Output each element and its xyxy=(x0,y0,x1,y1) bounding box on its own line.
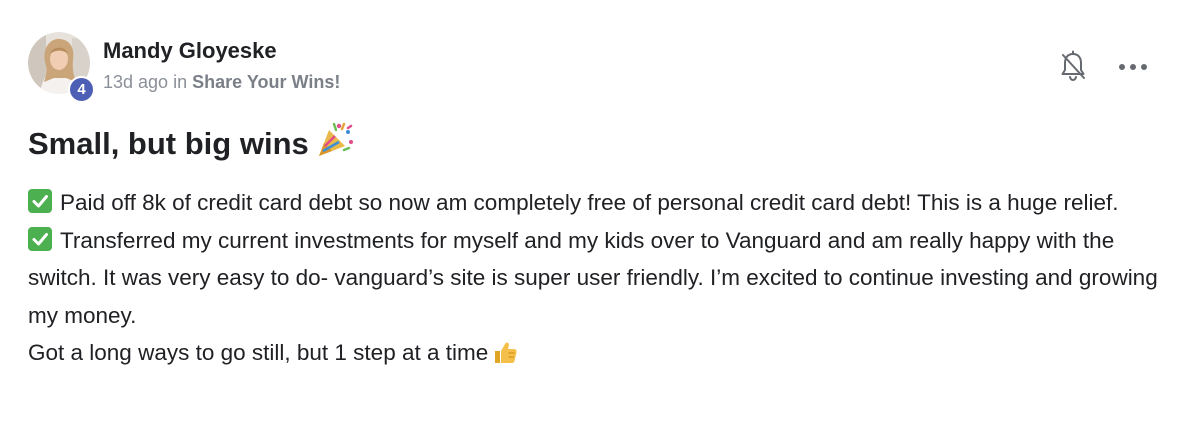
post-paragraph: Got a long ways to go still, but 1 step … xyxy=(28,334,1168,377)
level-badge: 4 xyxy=(68,76,95,103)
more-dots-icon[interactable] xyxy=(1118,62,1148,72)
community-post: 4 Mandy Gloyeske 13d ago in Share Your W… xyxy=(0,0,1200,423)
party-popper-icon xyxy=(315,120,355,172)
post-header: 4 Mandy Gloyeske 13d ago in Share Your W… xyxy=(28,32,340,103)
check-mark-icon xyxy=(28,226,52,251)
post-title-text: Small, but big wins xyxy=(28,126,309,161)
post-actions xyxy=(1058,50,1148,84)
author-name[interactable]: Mandy Gloyeske xyxy=(103,38,340,64)
paragraph-text: Got a long ways to go still, but 1 step … xyxy=(28,340,489,366)
paragraph-text: Transferred my current investments for m… xyxy=(28,227,1158,328)
post-body: Paid off 8k of credit card debt so now a… xyxy=(28,184,1168,377)
post-in-text: in xyxy=(173,72,188,92)
post-paragraph: Paid off 8k of credit card debt so now a… xyxy=(28,184,1168,222)
post-meta: Mandy Gloyeske 13d ago in Share Your Win… xyxy=(103,32,340,93)
post-time: 13d ago xyxy=(103,72,169,92)
bell-off-icon[interactable] xyxy=(1058,50,1088,84)
post-subline: 13d ago in Share Your Wins! xyxy=(103,71,340,93)
check-mark-icon xyxy=(28,189,52,213)
paragraph-text: Paid off 8k of credit card debt so now a… xyxy=(60,190,1119,215)
post-paragraph: Transferred my current investments for m… xyxy=(28,222,1168,335)
post-title: Small, but big wins xyxy=(28,120,355,172)
thumbs-up-icon xyxy=(492,339,518,377)
author-avatar[interactable]: 4 xyxy=(28,32,95,103)
group-link[interactable]: Share Your Wins! xyxy=(192,72,340,92)
